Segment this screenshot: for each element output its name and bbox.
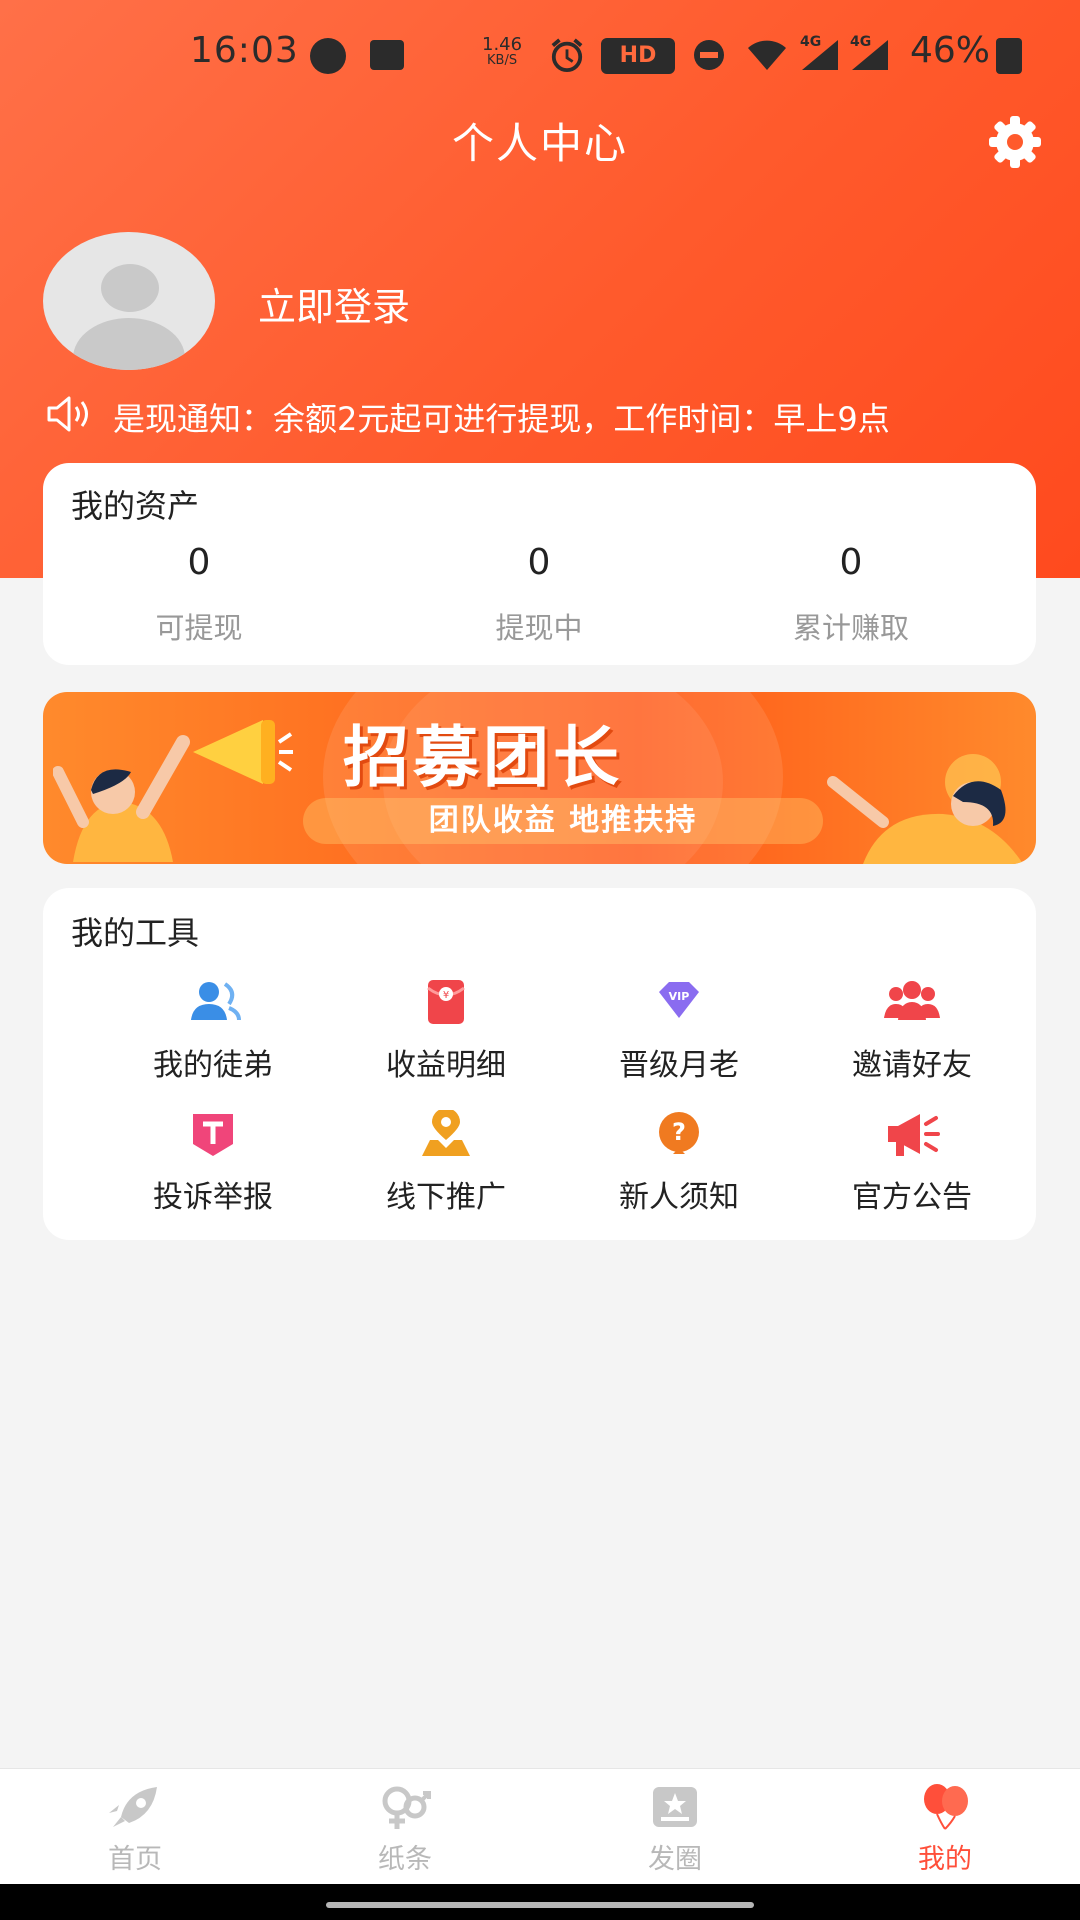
status-bar: 16:03 1.46 KB/S HD 4G 4G 46% xyxy=(0,0,1080,110)
home-indicator[interactable] xyxy=(326,1902,754,1908)
image-notification-icon xyxy=(370,40,404,70)
tab-notes[interactable]: 纸条 xyxy=(270,1783,540,1876)
tool-label: 晋级月老 xyxy=(619,1048,739,1083)
tool-complaint[interactable]: 投诉举报 xyxy=(97,1110,329,1220)
nav-label: 纸条 xyxy=(378,1844,432,1875)
bottom-nav: 首页 纸条 发圈 我的 xyxy=(0,1768,1080,1884)
tool-offline-promotion[interactable]: 线下推广 xyxy=(330,1110,562,1220)
network-speed: 1.46 KB/S xyxy=(482,36,522,68)
tab-mine[interactable]: 我的 xyxy=(810,1783,1080,1876)
gear-icon[interactable] xyxy=(987,114,1043,170)
tool-label: 新人须知 xyxy=(619,1180,739,1215)
asset-label: 可提现 xyxy=(155,611,243,645)
tool-label: 我的徒弟 xyxy=(153,1048,273,1083)
tab-post[interactable]: 发圈 xyxy=(540,1783,810,1876)
wifi-icon xyxy=(748,40,786,70)
megaphone-icon xyxy=(888,1114,940,1156)
tool-disciples[interactable]: 我的徒弟 xyxy=(97,978,329,1088)
svg-text:VIP: VIP xyxy=(669,990,690,1003)
asset-label: 累计赚取 xyxy=(792,611,909,645)
balloons-icon xyxy=(924,1784,968,1830)
avatar-body-shape xyxy=(73,318,185,370)
svg-text:?: ? xyxy=(672,1118,686,1146)
tool-invite-friends[interactable]: 邀请好友 xyxy=(796,978,1028,1088)
asset-value: 0 xyxy=(187,542,211,583)
recruit-leader-banner[interactable]: 招募团长 团队收益 地推扶持 xyxy=(43,692,1036,864)
disciples-icon xyxy=(191,982,241,1021)
rocket-icon xyxy=(109,1787,157,1827)
invite-friends-icon xyxy=(884,981,940,1020)
network-speed-unit: KB/S xyxy=(487,53,518,68)
app-notification-icon xyxy=(310,38,346,74)
tool-upgrade-vip[interactable]: VIP 晋级月老 xyxy=(563,978,795,1088)
notice-bar: 是现通知：余额2元起可进行提现，工作时间：早上9点 xyxy=(45,390,1035,440)
tool-label: 投诉举报 xyxy=(153,1180,273,1215)
signal-icon-b xyxy=(852,40,888,70)
complaint-icon xyxy=(193,1114,233,1156)
tool-label: 官方公告 xyxy=(852,1180,972,1215)
status-time: 16:03 xyxy=(190,30,299,71)
battery-percent: 46% xyxy=(910,30,991,71)
alarm-icon xyxy=(551,38,583,72)
avatar[interactable] xyxy=(43,232,215,370)
post-icon xyxy=(653,1787,697,1827)
system-navigation-bar xyxy=(0,1884,1080,1920)
speaker-icon xyxy=(47,396,88,432)
assets-title: 我的资产 xyxy=(71,487,200,525)
avatar-head-shape xyxy=(101,264,159,312)
cheering-person-illustration xyxy=(53,735,190,862)
hd-badge: HD xyxy=(601,38,675,74)
waving-person-illustration xyxy=(827,754,1023,864)
nav-label: 发圈 xyxy=(648,1844,702,1875)
tool-label: 收益明细 xyxy=(386,1048,506,1083)
tab-home[interactable]: 首页 xyxy=(0,1783,270,1876)
asset-total-earned[interactable]: 0 累计赚取 xyxy=(695,535,1007,647)
megaphone-illustration xyxy=(193,720,293,784)
question-icon: ? xyxy=(659,1112,699,1154)
asset-withdrawing[interactable]: 0 提现中 xyxy=(383,535,695,647)
battery-icon xyxy=(996,38,1022,74)
signal-icon-a xyxy=(802,40,838,70)
do-not-disturb-icon xyxy=(694,40,724,70)
svg-text:¥: ¥ xyxy=(443,990,449,1001)
page-title: 个人中心 xyxy=(451,119,628,168)
login-link[interactable]: 立即登录 xyxy=(258,276,410,331)
tools-card: 我的工具 我的徒弟 ¥ 收益明细 VIP 晋级月老 邀请好友 投诉举报 线下推广… xyxy=(43,888,1036,1240)
network-speed-value: 1.46 xyxy=(482,34,523,55)
red-envelope-icon: ¥ xyxy=(427,980,465,1024)
banner-title: 招募团长 xyxy=(343,719,623,796)
asset-withdrawable[interactable]: 0 可提现 xyxy=(43,535,355,647)
assets-card: 我的资产 0 可提现 0 提现中 0 累计赚取 xyxy=(43,463,1036,665)
tools-title: 我的工具 xyxy=(71,914,200,952)
banner-subtitle: 团队收益 地推扶持 xyxy=(303,798,823,844)
nav-label: 首页 xyxy=(108,1844,162,1875)
tool-label: 邀请好友 xyxy=(852,1048,972,1083)
note-icon xyxy=(382,1786,431,1829)
location-icon xyxy=(422,1110,470,1156)
tool-newcomer-guide[interactable]: ? 新人须知 xyxy=(563,1110,795,1220)
asset-value: 0 xyxy=(527,542,551,583)
asset-label: 提现中 xyxy=(495,611,583,645)
tool-earnings-detail[interactable]: ¥ 收益明细 xyxy=(330,978,562,1088)
nav-label: 我的 xyxy=(918,1844,972,1875)
tool-label: 线下推广 xyxy=(386,1180,506,1215)
asset-value: 0 xyxy=(839,542,863,583)
tool-official-announcement[interactable]: 官方公告 xyxy=(796,1110,1028,1220)
notice-text: 是现通知：余额2元起可进行提现，工作时间：早上9点 xyxy=(113,400,890,438)
vip-icon: VIP xyxy=(659,982,699,1018)
